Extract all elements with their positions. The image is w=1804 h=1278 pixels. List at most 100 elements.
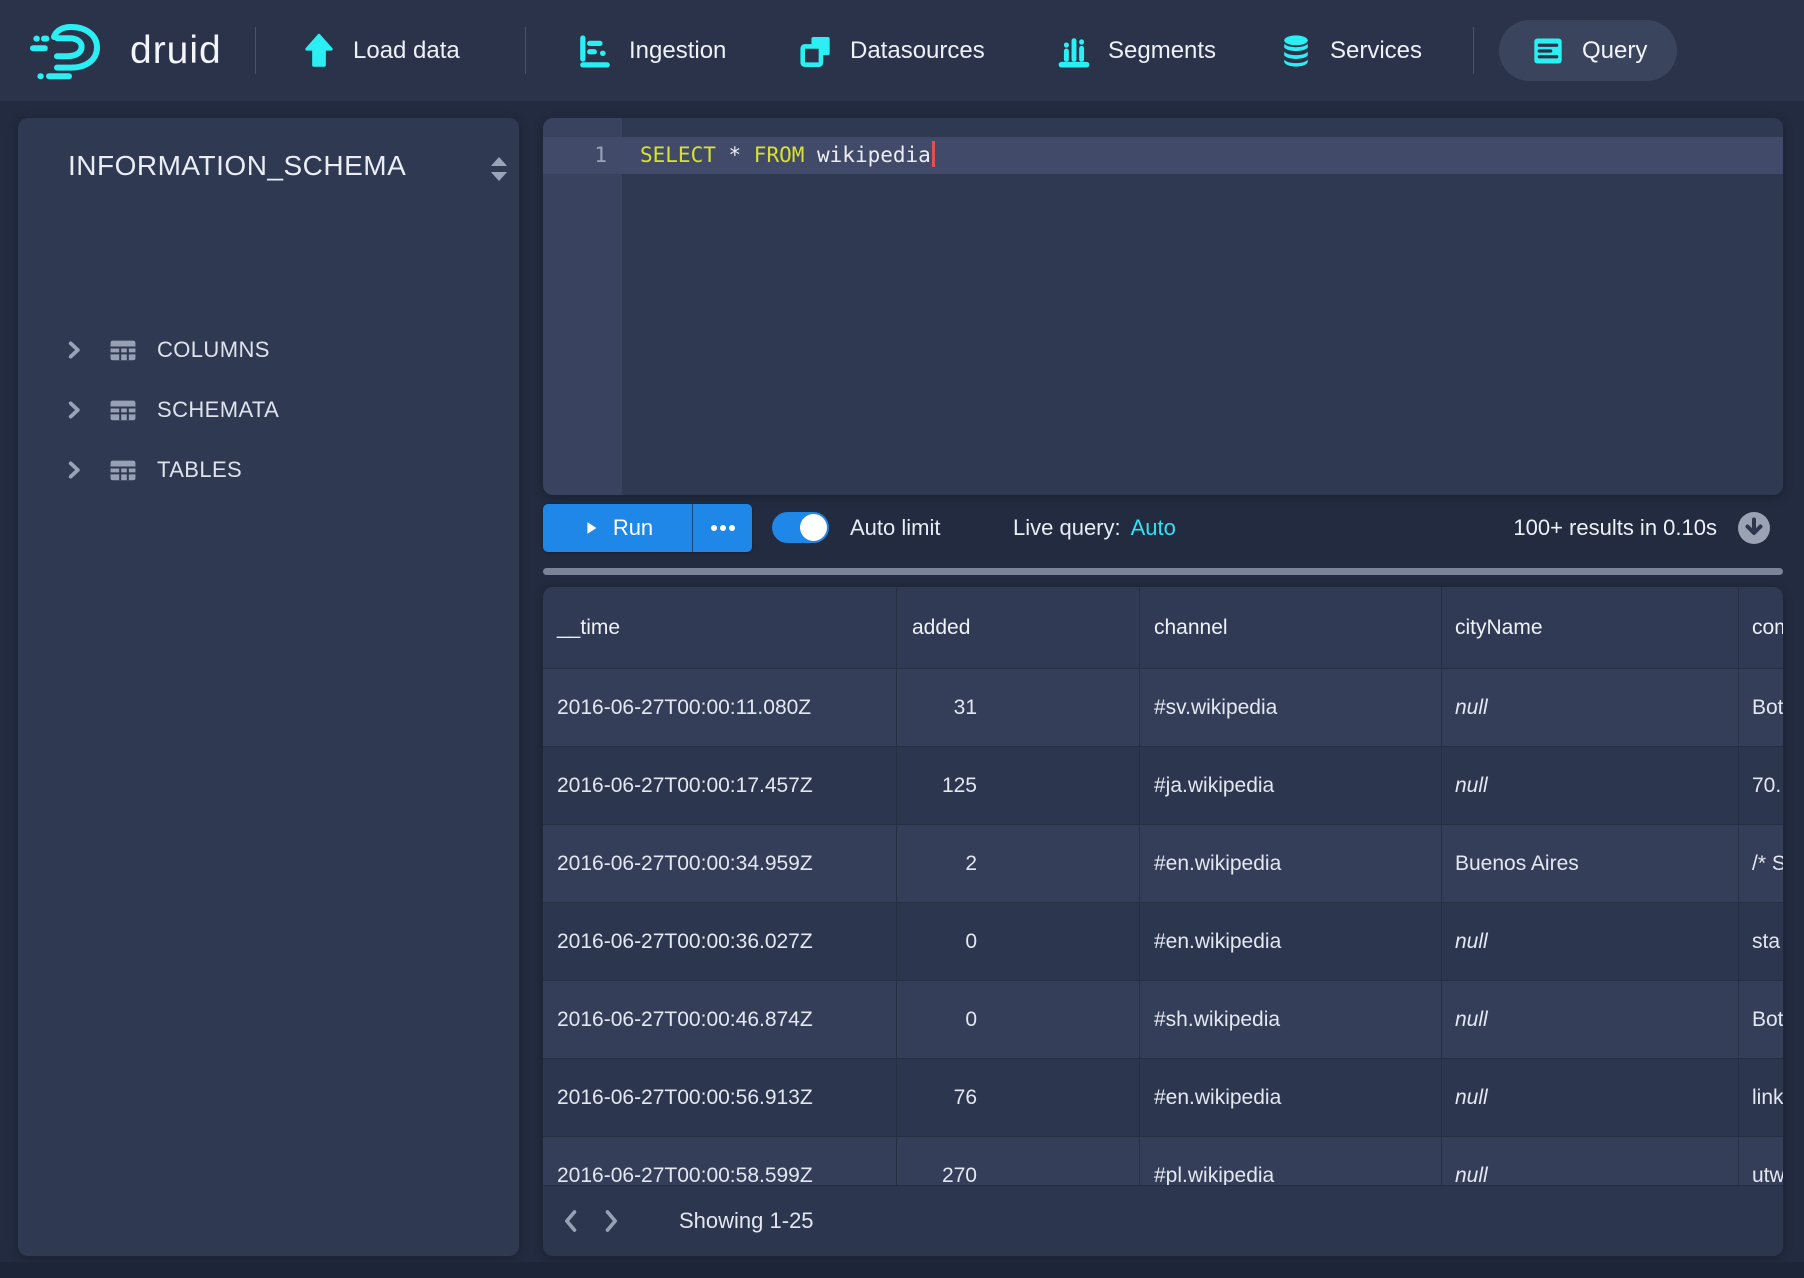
table-cell[interactable]: 2 [897, 825, 1140, 903]
sql-editor[interactable]: 1 SELECT * FROM wikipedia [543, 118, 1783, 495]
table-cell[interactable]: link [1739, 1059, 1783, 1137]
table-cell[interactable]: 2016-06-27T00:00:34.959Z [543, 825, 897, 903]
table-cell[interactable]: #sh.wikipedia [1140, 981, 1442, 1059]
nav-item-load-data[interactable]: Load data [300, 0, 460, 101]
table-cell[interactable]: 2016-06-27T00:00:46.874Z [543, 981, 897, 1059]
nav-separator [255, 27, 256, 74]
ingestion-icon [576, 32, 614, 70]
sql-token: SELECT [640, 143, 716, 167]
table-cell[interactable]: 0 [897, 981, 1140, 1059]
previous-page-button[interactable] [551, 1199, 591, 1243]
segments-icon [1055, 32, 1093, 70]
run-button[interactable]: Run [543, 504, 692, 552]
table-cell[interactable]: #en.wikipedia [1140, 903, 1442, 981]
more-options-icon [710, 524, 736, 532]
table-cell[interactable]: #ja.wikipedia [1140, 747, 1442, 825]
column-header-channel[interactable]: channel [1140, 587, 1442, 669]
table-cell[interactable]: 76 [897, 1059, 1140, 1137]
nav-separator [525, 27, 526, 74]
table-row: 2016-06-27T00:00:46.874Z0#sh.wikipedianu… [543, 981, 1783, 1059]
table-row: 2016-06-27T00:00:17.457Z125#ja.wikipedia… [543, 747, 1783, 825]
table-cell[interactable]: 2016-06-27T00:00:56.913Z [543, 1059, 897, 1137]
druid-logo-icon [30, 21, 114, 81]
nav-separator [1473, 27, 1474, 74]
nav-item-query[interactable]: Query [1499, 20, 1677, 81]
nav-item-segments[interactable]: Segments [1055, 0, 1216, 101]
column-header-added[interactable]: added [897, 587, 1140, 669]
run-bar: Run Auto limit Live query: Auto 100+ res… [543, 495, 1783, 561]
table-cell[interactable]: 2016-06-27T00:00:36.027Z [543, 903, 897, 981]
table-cell[interactable]: Bot [1739, 981, 1783, 1059]
line-number: 1 [543, 137, 607, 174]
schema-title: INFORMATION_SCHEMA [68, 150, 406, 182]
auto-limit-label: Auto limit [850, 495, 940, 561]
sidebar-item-columns[interactable]: COLUMNS [18, 320, 519, 380]
text-cursor [932, 141, 935, 167]
table-cell[interactable]: sta [1739, 903, 1783, 981]
live-query-label: Live query: [1013, 515, 1121, 541]
table-icon [107, 396, 139, 424]
column-header-comment[interactable]: comment [1739, 587, 1783, 669]
table-cell[interactable]: 125 [897, 747, 1140, 825]
table-cell[interactable]: null [1442, 669, 1739, 747]
sql-token: * [716, 143, 754, 167]
play-icon [582, 519, 600, 537]
chevron-right-icon [63, 399, 85, 421]
table-cell[interactable]: null [1442, 981, 1739, 1059]
table-cell[interactable]: 31 [897, 669, 1140, 747]
pagination-bar: Showing 1-25 [543, 1185, 1783, 1256]
chevron-right-icon [63, 339, 85, 361]
pagination-status: Showing 1-25 [679, 1208, 814, 1234]
results-summary: 100+ results in 0.10s [1513, 495, 1717, 561]
sidebar-item-tables[interactable]: TABLES [18, 440, 519, 500]
horizontal-scrollbar[interactable] [543, 568, 1783, 575]
table-cell[interactable]: Bot [1739, 669, 1783, 747]
table-cell[interactable]: /* S [1739, 825, 1783, 903]
toggle-knob [800, 514, 827, 541]
table-cell[interactable]: null [1442, 747, 1739, 825]
nav-item-ingestion[interactable]: Ingestion [576, 0, 726, 101]
table-header-row: __timeaddedchannelcityNamecomment [543, 587, 1783, 669]
editor-gutter [543, 118, 622, 495]
table-cell[interactable]: 0 [897, 903, 1140, 981]
table-row: 2016-06-27T00:00:34.959Z2#en.wikipediaBu… [543, 825, 1783, 903]
table-row: 2016-06-27T00:00:36.027Z0#en.wikipedianu… [543, 903, 1783, 981]
nav-item-datasources[interactable]: Datasources [797, 0, 985, 101]
table-cell[interactable]: Buenos Aires [1442, 825, 1739, 903]
results-table: __timeaddedchannelcityNamecomment 2016-0… [543, 587, 1783, 1256]
next-page-button[interactable] [591, 1199, 631, 1243]
table-row: 2016-06-27T00:00:56.913Z76#en.wikipedian… [543, 1059, 1783, 1137]
table-cell[interactable]: #en.wikipedia [1140, 1059, 1442, 1137]
table-icon [107, 336, 139, 364]
brand-name: druid [130, 29, 222, 73]
query-icon [1529, 32, 1567, 70]
top-nav: druid Load data Ingestion [0, 0, 1804, 101]
chevron-right-icon [63, 459, 85, 481]
table-cell[interactable]: null [1442, 903, 1739, 981]
sql-code-line: SELECT * FROM wikipedia [640, 137, 935, 174]
nav-item-services[interactable]: Services [1277, 0, 1422, 101]
load-data-icon [300, 32, 338, 70]
table-icon [107, 456, 139, 484]
table-cell[interactable]: 2016-06-27T00:00:11.080Z [543, 669, 897, 747]
table-cell[interactable]: #sv.wikipedia [1140, 669, 1442, 747]
sort-icon[interactable] [486, 154, 512, 184]
table-cell[interactable]: 2016-06-27T00:00:17.457Z [543, 747, 897, 825]
table-cell[interactable]: #en.wikipedia [1140, 825, 1442, 903]
column-header-__time[interactable]: __time [543, 587, 897, 669]
sql-token: wikipedia [804, 143, 930, 167]
live-query-value[interactable]: Auto [1131, 515, 1176, 541]
column-header-cityName[interactable]: cityName [1442, 587, 1739, 669]
sql-token: FROM [754, 143, 805, 167]
run-more-options-button[interactable] [692, 504, 752, 552]
download-button[interactable] [1737, 511, 1771, 545]
table-cell[interactable]: null [1442, 1059, 1739, 1137]
schema-sidebar: INFORMATION_SCHEMA COLUMNS [18, 118, 519, 1256]
table-cell[interactable]: 70. [1739, 747, 1783, 825]
auto-limit-toggle[interactable] [772, 512, 829, 543]
sidebar-item-schemata[interactable]: SCHEMATA [18, 380, 519, 440]
table-row: 2016-06-27T00:00:11.080Z31#sv.wikipedian… [543, 669, 1783, 747]
datasources-icon [797, 32, 835, 70]
druid-logo[interactable]: druid [30, 0, 222, 101]
services-icon [1277, 32, 1315, 70]
